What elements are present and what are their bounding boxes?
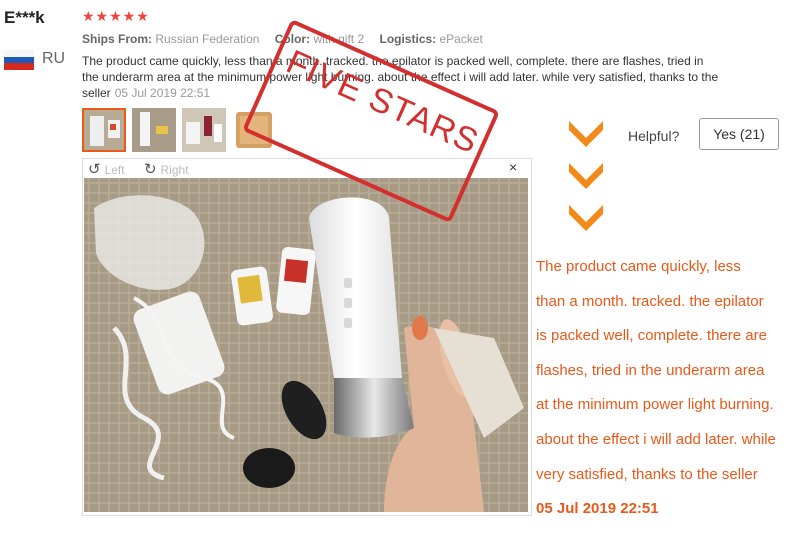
callout-line: flashes, tried in the underarm area	[536, 361, 765, 379]
logistics-label: Logistics:	[379, 32, 437, 46]
yes-helpful-button[interactable]: Yes (21)	[699, 118, 779, 150]
callout-line: at the minimum power light burning.	[536, 396, 774, 414]
review-photo-thumbnail[interactable]	[82, 108, 126, 152]
chevron-down-icon	[569, 163, 603, 189]
callout-line: than a month. tracked. the epilator	[536, 292, 764, 310]
close-icon[interactable]: ×	[509, 159, 517, 175]
chevron-down-icon	[569, 205, 603, 231]
review-photo-thumbnail[interactable]	[132, 108, 176, 152]
rotate-right-label: Right	[160, 163, 189, 177]
chevron-down-icon	[569, 121, 603, 147]
callout-line: is packed well, complete. there are	[536, 327, 767, 345]
rating-stars: ★★★★★	[82, 8, 150, 24]
ships-from-label: Ships From:	[82, 32, 153, 46]
reviewer-country: RU	[42, 50, 66, 67]
callout-line: The product came quickly, less	[536, 258, 741, 275]
callout-date: 05 Jul 2019 22:51	[536, 500, 659, 518]
rotate-right-icon: ↻	[143, 161, 157, 178]
callout-line: about the effect i will add later. while	[536, 430, 776, 448]
russia-flag-icon	[4, 50, 34, 70]
review-photo-thumbnail[interactable]	[182, 108, 226, 152]
review-date: 05 Jul 2019 22:51	[114, 86, 211, 100]
ships-from-value: Russian Federation	[155, 32, 260, 46]
review-photo	[84, 178, 528, 512]
rotate-left-button[interactable]: ↺ Left	[88, 161, 125, 178]
logistics-value: ePacket	[439, 32, 483, 46]
rotate-right-button[interactable]: ↻ Right	[143, 161, 189, 178]
rotate-left-label: Left	[104, 163, 125, 177]
rotate-toolbar: ↺ Left ↻ Right	[88, 160, 189, 178]
reviewer-name: E***k	[4, 8, 45, 27]
review-callout: The product came quickly, less than a mo…	[536, 250, 788, 527]
callout-line: very satisfied, thanks to the seller	[536, 465, 758, 483]
rotate-left-icon: ↺	[88, 161, 101, 178]
helpful-label: Helpful?	[628, 128, 680, 144]
